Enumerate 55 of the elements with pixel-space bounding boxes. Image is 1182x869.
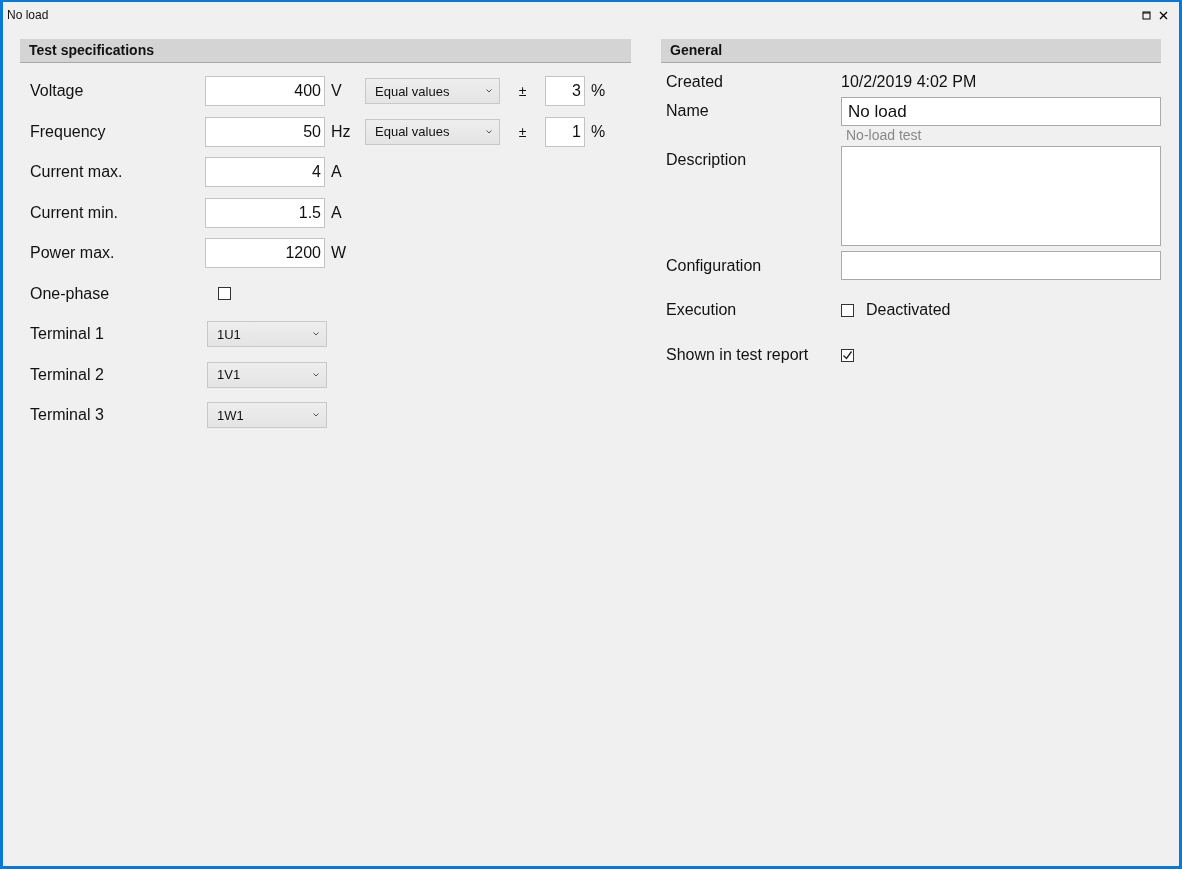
created-date: 10/2/2019 4:02 PM [841,73,977,91]
field-label: One-phase [29,284,111,303]
maximize-icon[interactable] [1142,10,1151,20]
field-label: Terminal 3 [29,406,105,424]
unit-label: A [331,203,343,222]
field-label: Name [665,101,710,121]
unit-label: V [331,82,343,100]
unit-label: A [331,163,343,181]
tolerance-field[interactable]: 3 [545,76,585,106]
chevron-icon [313,413,319,417]
field-label: Frequency [29,122,107,141]
number-field[interactable]: 1200 [205,238,325,268]
unit-label: % [591,82,607,100]
unit-label: W [331,244,348,262]
checkbox[interactable] [841,303,854,317]
field-label: Current min. [29,203,120,222]
plus-minus-sign: ± [517,123,528,140]
checkbox[interactable] [841,348,854,362]
description-field[interactable] [841,146,1161,246]
tolerance-field[interactable]: 1 [545,116,585,147]
unit-label: % [591,122,607,141]
chevron-icon [486,89,492,93]
field-label: Terminal 1 [29,325,105,343]
chevron-icon [313,372,319,377]
number-field[interactable]: 400 [205,76,325,106]
field-label: Description [665,150,748,170]
field-label: Power max. [29,244,116,262]
mode-dropdown[interactable]: Equal values [365,118,500,145]
terminal-dropdown[interactable]: 1U1 [207,321,327,347]
field-label: Created [665,73,724,91]
field-label: Execution [665,301,738,319]
number-field[interactable]: 50 [205,116,325,147]
unit-label: Hz [331,122,352,141]
field-label: Shown in test report [665,346,810,364]
checkbox-label: Deactivated [866,301,951,319]
field-label: Voltage [29,82,85,100]
chevron-icon [486,129,492,134]
field-label: Current max. [29,163,124,181]
section-header: General [661,39,1161,63]
number-field[interactable]: 1.5 [205,197,325,228]
plus-minus-sign: ± [517,83,528,99]
terminal-dropdown[interactable]: 1V1 [207,361,327,388]
mode-dropdown[interactable]: Equal values [365,78,500,104]
section-header: Test specifications [20,39,631,63]
close-icon[interactable] [1159,10,1168,20]
field-label: Configuration [665,256,763,275]
window-title: No load [7,8,49,22]
chevron-icon [313,332,319,336]
checkbox[interactable] [218,287,231,300]
name-field[interactable]: No load [841,97,1161,126]
field-label: Terminal 2 [29,365,105,384]
hint-text: No-load test [845,127,923,143]
configuration-field[interactable] [841,251,1161,280]
number-field[interactable]: 4 [205,157,325,187]
terminal-dropdown[interactable]: 1W1 [207,402,327,428]
